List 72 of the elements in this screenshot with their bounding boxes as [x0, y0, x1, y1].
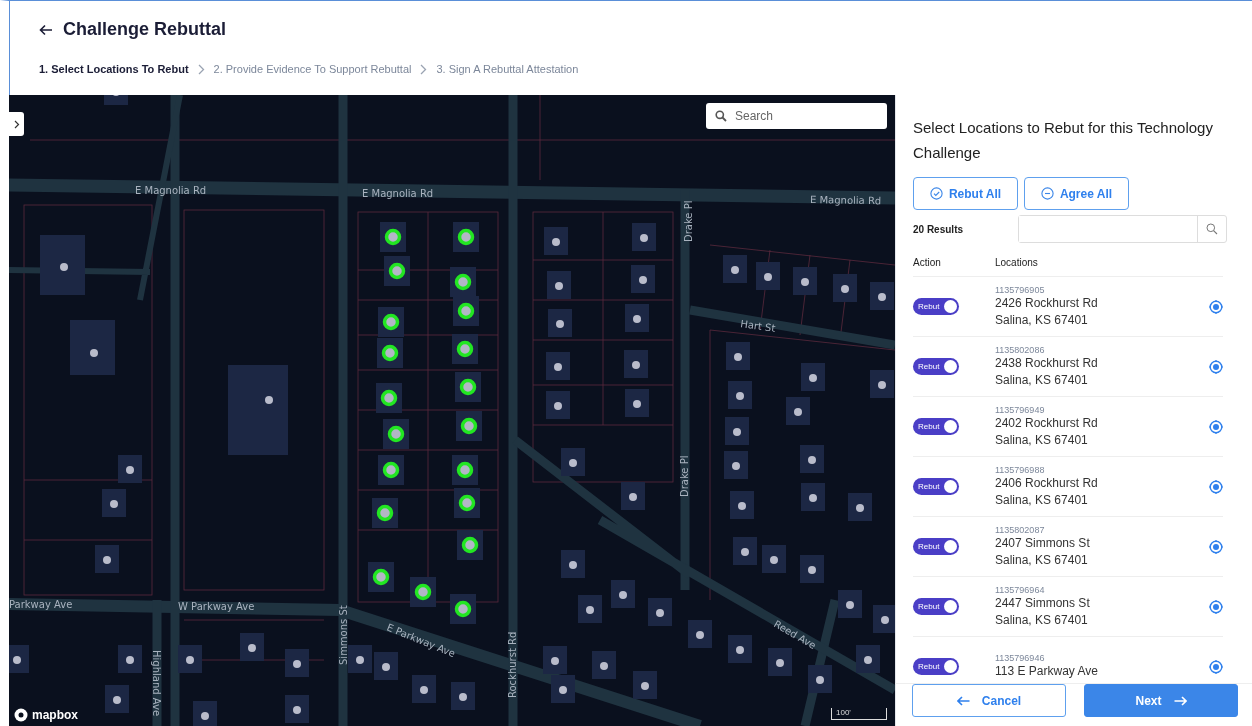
locate-icon[interactable]	[1209, 359, 1223, 374]
step-link[interactable]: 1. Select Locations To Rebut	[39, 63, 189, 75]
rebut-toggle[interactable]: Rebut	[913, 598, 959, 615]
location-id: 1135802087	[995, 524, 1046, 535]
logo-icon	[14, 708, 28, 722]
street-label: Drake Pl	[683, 200, 694, 242]
check-circle-icon	[929, 187, 943, 200]
street-label: Highland Ave	[151, 650, 162, 717]
street-label: Rockhurst Rd	[507, 631, 518, 698]
locate-icon[interactable]	[1209, 299, 1223, 314]
location-street: 2402 Rockhurst Rd	[995, 414, 1099, 432]
location-id: 1135796946	[995, 653, 1046, 663]
step-link[interactable]: 2. Provide Evidence To Support Rebuttal	[213, 63, 412, 75]
location-id: 1135802086	[995, 344, 1046, 355]
rebut-all-button[interactable]: Rebut All	[913, 177, 1018, 210]
street-label: E Magnolia Rd	[135, 185, 207, 196]
locate-icon[interactable]	[1209, 659, 1223, 674]
column-header: Action	[913, 257, 942, 268]
location-street: 2407 Simmons St	[995, 534, 1091, 552]
location-id: 1135796905	[995, 284, 1046, 295]
location-street: 2406 Rockhurst Rd	[995, 474, 1099, 492]
rebut-toggle[interactable]: Rebut	[913, 358, 959, 375]
street-label: E Magnolia Rd	[362, 188, 434, 199]
locate-icon[interactable]	[1209, 419, 1223, 434]
minus-circle-icon	[1040, 187, 1054, 200]
location-street: 2447 Simmons St	[995, 594, 1091, 612]
rebut-toggle[interactable]: Rebut	[913, 478, 959, 495]
location-id: 1135796949	[995, 404, 1046, 415]
location-city: Salina, KS 67401	[995, 551, 1089, 569]
search-icon	[1206, 223, 1218, 235]
locate-icon[interactable]	[1209, 599, 1223, 614]
location-street: 2438 Rockhurst Rd	[995, 354, 1099, 372]
page-title: Challenge Rebuttal	[63, 19, 227, 40]
chevron-icon	[420, 63, 428, 75]
street-label: Hart St	[739, 318, 777, 334]
rebut-toggle[interactable]: Rebut	[913, 298, 959, 315]
search-icon	[715, 110, 727, 122]
chevron-icon	[197, 63, 205, 75]
location-id: 1135796988	[995, 464, 1046, 475]
location-street: 113 E Parkway Ave	[995, 663, 1099, 680]
street-label: Drake Pl	[679, 455, 690, 497]
map-search-box[interactable]: Search	[706, 103, 887, 129]
street-label: Simmons St	[338, 605, 349, 665]
location-city: Salina, KS 67401	[995, 491, 1089, 509]
location-city: Salina, KS 67401	[995, 611, 1089, 629]
street-label: E Magnolia Rd	[809, 194, 882, 207]
column-header: Locations	[995, 257, 1038, 268]
location-city: Salina, KS 67401	[995, 371, 1089, 389]
back-arrow-icon[interactable]	[39, 23, 53, 36]
right-arrow-icon	[1173, 695, 1187, 706]
location-id: 1135796964	[995, 584, 1046, 595]
expand-panel-button[interactable]	[9, 112, 24, 136]
agree-all-button[interactable]: Agree All	[1024, 177, 1129, 210]
locate-icon[interactable]	[1209, 539, 1223, 554]
rebut-toggle[interactable]: Rebut	[913, 658, 959, 675]
street-label: W Parkway Ave	[178, 601, 255, 612]
rebut-toggle[interactable]: Rebut	[913, 538, 959, 555]
map-logo-text: mapbox	[32, 708, 78, 722]
locate-icon[interactable]	[1209, 479, 1223, 494]
map-scale-bar: 100'	[831, 708, 887, 720]
panel-heading: Select Locations to Rebut for this Technology Challenge	[913, 118, 1214, 163]
results-count: 20 Results	[913, 223, 965, 235]
step-link[interactable]: 3. Sign A Rebuttal Attestation	[436, 63, 579, 75]
left-arrow-icon	[956, 695, 970, 706]
location-city: Salina, KS 67401	[995, 311, 1089, 329]
cancel-button[interactable]: Cancel	[912, 684, 1066, 717]
chevron-icon	[13, 119, 20, 129]
next-button[interactable]: Next	[1084, 684, 1238, 717]
location-street: 2426 Rockhurst Rd	[995, 294, 1099, 312]
street-label: Parkway Ave	[9, 599, 73, 610]
rebut-toggle[interactable]: Rebut	[913, 418, 959, 435]
location-city: Salina, KS 67401	[995, 431, 1089, 449]
